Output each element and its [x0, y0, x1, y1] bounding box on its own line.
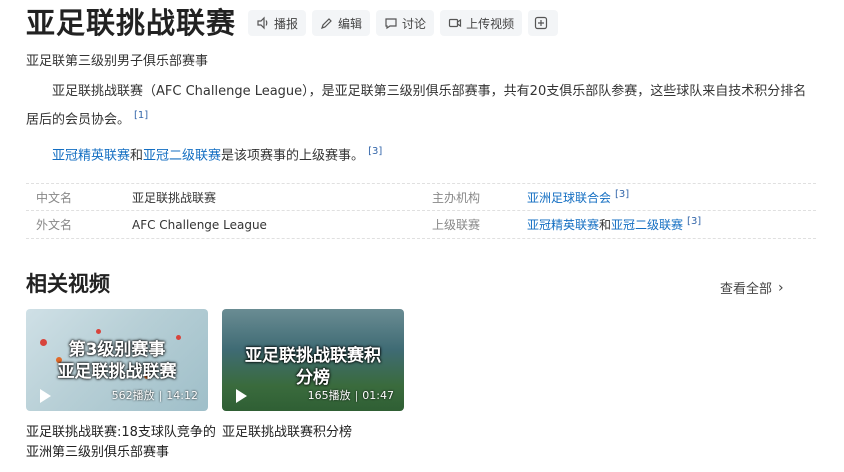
info-key-foreign-name: 外文名 — [36, 218, 73, 232]
para2-rest: 是该项赛事的上级赛事。 — [221, 148, 365, 164]
video-duration: 14:12 — [166, 389, 198, 402]
info-key-superior-league: 上级联赛 — [432, 218, 481, 232]
broadcast-button[interactable]: 播报 — [248, 10, 307, 36]
superior-league-and: 和 — [599, 218, 612, 232]
pencil-icon — [321, 18, 332, 29]
link-afc[interactable]: 亚洲足球联合会 — [527, 191, 611, 205]
info-value-organizer: 亚洲足球联合会 [3] — [527, 189, 629, 206]
meta-separator: | — [158, 389, 163, 402]
thumbnail-caption-line: 第3级别赛事 — [68, 340, 166, 360]
upload-video-button[interactable]: 上传视频 — [440, 10, 523, 36]
subtitle: 亚足联第三级别男子俱乐部赛事 — [26, 54, 209, 69]
info-row: 外文名 AFC Challenge League 上级联赛 亚冠精英联赛和亚冠二… — [26, 211, 816, 239]
superior-competition-paragraph: 亚冠精英联赛和亚冠二级联赛是该项赛事的上级赛事。 [3] — [52, 140, 382, 168]
related-videos-heading: 相关视频 — [26, 272, 110, 296]
plus-square-icon — [534, 16, 548, 30]
info-box: 中文名 亚足联挑战联赛 主办机构 亚洲足球联合会 [3] 外文名 AFC Chal… — [26, 183, 816, 239]
info-value-chinese-name: 亚足联挑战联赛 — [132, 190, 217, 205]
discuss-button[interactable]: 讨论 — [376, 10, 435, 36]
chat-bubble-icon — [385, 18, 397, 30]
link-afc-champions-league-two[interactable]: 亚冠二级联赛 — [143, 148, 221, 163]
video-card[interactable]: 第3级别赛事 亚足联挑战联赛 562播放 | 14:12 亚足联挑战联赛:18支球队… — [26, 309, 216, 463]
organizer-ref[interactable]: [3] — [615, 189, 629, 200]
see-all-label: 查看全部 — [720, 282, 773, 297]
para2-ref[interactable]: [3] — [368, 146, 382, 157]
para2-and: 和 — [130, 148, 144, 164]
discuss-label: 讨论 — [402, 16, 427, 31]
info-key-organizer: 主办机构 — [432, 190, 481, 205]
superior-league-ref[interactable]: [3] — [687, 216, 701, 227]
thumbnail-caption: 第3级别赛事 亚足联挑战联赛 — [26, 339, 208, 383]
video-title[interactable]: 亚足联挑战联赛:18支球队竞争的亚洲第三级别俱乐部赛事 — [26, 423, 216, 463]
map-marker-icon — [96, 329, 101, 334]
video-thumbnail[interactable]: 第3级别赛事 亚足联挑战联赛 562播放 | 14:12 — [26, 309, 208, 411]
play-count: 562播放 — [111, 389, 155, 402]
link-acl-two[interactable]: 亚冠二级联赛 — [611, 218, 683, 232]
info-row: 中文名 亚足联挑战联赛 主办机构 亚洲足球联合会 [3] — [26, 183, 816, 211]
broadcast-label: 播报 — [274, 16, 299, 31]
video-card[interactable]: 亚足联挑战联赛积 分榜 165播放 | 01:47 亚足联挑战联赛积分榜 — [222, 309, 404, 443]
title-row: 亚足联挑战联赛 播报 编辑 讨论 上传视频 — [26, 6, 559, 40]
thumbnail-caption-line: 亚足联挑战联赛 — [57, 362, 177, 382]
meta-separator: | — [354, 389, 359, 402]
title-actions: 播报 编辑 讨论 上传视频 — [248, 10, 559, 36]
video-duration: 01:47 — [362, 389, 394, 402]
edit-button[interactable]: 编辑 — [312, 10, 371, 36]
thumbnail-caption-line: 分榜 — [296, 368, 330, 388]
page-title: 亚足联挑战联赛 — [26, 6, 237, 40]
see-all-link[interactable]: 查看全部 › — [720, 278, 784, 298]
speaker-icon — [257, 16, 268, 30]
upload-video-label: 上传视频 — [466, 16, 515, 31]
play-count: 165播放 — [307, 389, 351, 402]
chevron-right-icon: › — [778, 279, 784, 296]
play-icon[interactable] — [236, 389, 247, 403]
link-acl-elite[interactable]: 亚冠精英联赛 — [527, 218, 599, 232]
video-camera-icon — [448, 18, 462, 28]
summary-paragraph: 亚足联挑战联赛（AFC Challenge League），是亚足联第三级别俱乐… — [26, 80, 816, 132]
link-afc-champions-league-elite[interactable]: 亚冠精英联赛 — [52, 148, 130, 163]
info-value-foreign-name: AFC Challenge League — [132, 217, 267, 232]
thumbnail-caption: 亚足联挑战联赛积 分榜 — [222, 345, 404, 389]
video-thumbnail[interactable]: 亚足联挑战联赛积 分榜 165播放 | 01:47 — [222, 309, 404, 411]
video-title[interactable]: 亚足联挑战联赛积分榜 — [222, 423, 412, 443]
summary-ref[interactable]: [1] — [134, 110, 148, 121]
info-key-chinese-name: 中文名 — [36, 190, 73, 205]
thumbnail-caption-line: 亚足联挑战联赛积 — [245, 346, 381, 366]
video-meta: 165播放 | 01:47 — [308, 387, 394, 403]
add-button[interactable] — [528, 10, 559, 36]
video-meta: 562播放 | 14:12 — [112, 387, 198, 403]
play-icon[interactable] — [40, 389, 51, 403]
edit-label: 编辑 — [338, 16, 363, 31]
info-value-superior-league: 亚冠精英联赛和亚冠二级联赛 [3] — [527, 216, 701, 233]
